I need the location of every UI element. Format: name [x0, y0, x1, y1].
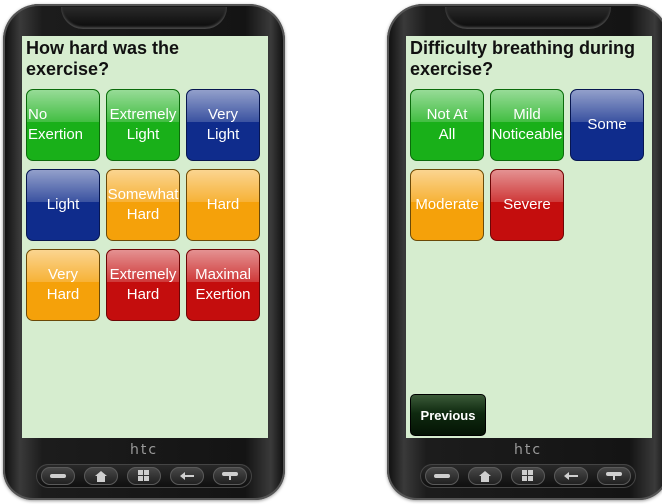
option-label: Somewhat Hard: [107, 186, 179, 223]
option-very-hard[interactable]: Very Hard: [26, 249, 100, 321]
option-extremely-hard[interactable]: Extremely Hard: [106, 249, 180, 321]
option-label: Extremely Hard: [109, 266, 177, 303]
earpiece-speaker: [445, 7, 611, 29]
windows-icon[interactable]: [126, 467, 161, 485]
option-label: No Exertion: [28, 106, 84, 143]
option-some[interactable]: Some: [570, 89, 644, 161]
option-hard[interactable]: Hard: [186, 169, 260, 241]
back-icon[interactable]: [170, 467, 205, 485]
call-icon[interactable]: [40, 467, 75, 485]
option-no-exertion[interactable]: No Exertion: [26, 89, 100, 161]
option-maximal-exertion[interactable]: Maximal Exertion: [186, 249, 260, 321]
option-not-at-all[interactable]: Not At All: [410, 89, 484, 161]
option-label: Very Light: [206, 106, 240, 143]
option-label: Severe: [503, 196, 551, 213]
home-icon[interactable]: [467, 467, 502, 485]
hardware-button-bar: [420, 464, 636, 488]
option-light[interactable]: Light: [26, 169, 100, 241]
previous-button[interactable]: Previous: [410, 394, 486, 436]
option-severe[interactable]: Severe: [490, 169, 564, 241]
option-mild-noticeable[interactable]: Mild Noticeable: [490, 89, 564, 161]
option-label: Maximal Exertion: [195, 266, 251, 303]
option-somewhat-hard[interactable]: Somewhat Hard: [106, 169, 180, 241]
option-label: Mild Noticeable: [491, 106, 563, 143]
option-label: Not At All: [426, 106, 468, 143]
option-extremely-light[interactable]: Extremely Light: [106, 89, 180, 161]
phone-right: Difficulty breathing during exercise? No…: [387, 4, 662, 500]
phone-screen: Difficulty breathing during exercise? No…: [406, 36, 652, 438]
htc-logo: htc: [513, 442, 543, 458]
phone-screen: How hard was the exercise? No Exertion E…: [22, 36, 268, 438]
hardware-button-bar: [36, 464, 252, 488]
option-label: Some: [587, 116, 627, 133]
option-label: Very Hard: [46, 266, 80, 303]
windows-icon[interactable]: [510, 467, 545, 485]
call-icon[interactable]: [424, 467, 459, 485]
option-very-light[interactable]: Very Light: [186, 89, 260, 161]
question-title: Difficulty breathing during exercise?: [410, 38, 635, 79]
end-call-icon[interactable]: [213, 467, 248, 485]
question-title: How hard was the exercise?: [26, 38, 180, 79]
option-moderate[interactable]: Moderate: [410, 169, 484, 241]
option-label: Extremely Light: [109, 106, 177, 143]
back-icon[interactable]: [554, 467, 589, 485]
end-call-icon[interactable]: [597, 467, 632, 485]
option-label: Light: [46, 196, 80, 213]
home-icon[interactable]: [83, 467, 118, 485]
htc-logo: htc: [129, 442, 159, 458]
earpiece-speaker: [61, 7, 227, 29]
option-label: Moderate: [415, 196, 479, 213]
option-label: Hard: [206, 196, 240, 213]
phone-left: How hard was the exercise? No Exertion E…: [3, 4, 285, 500]
